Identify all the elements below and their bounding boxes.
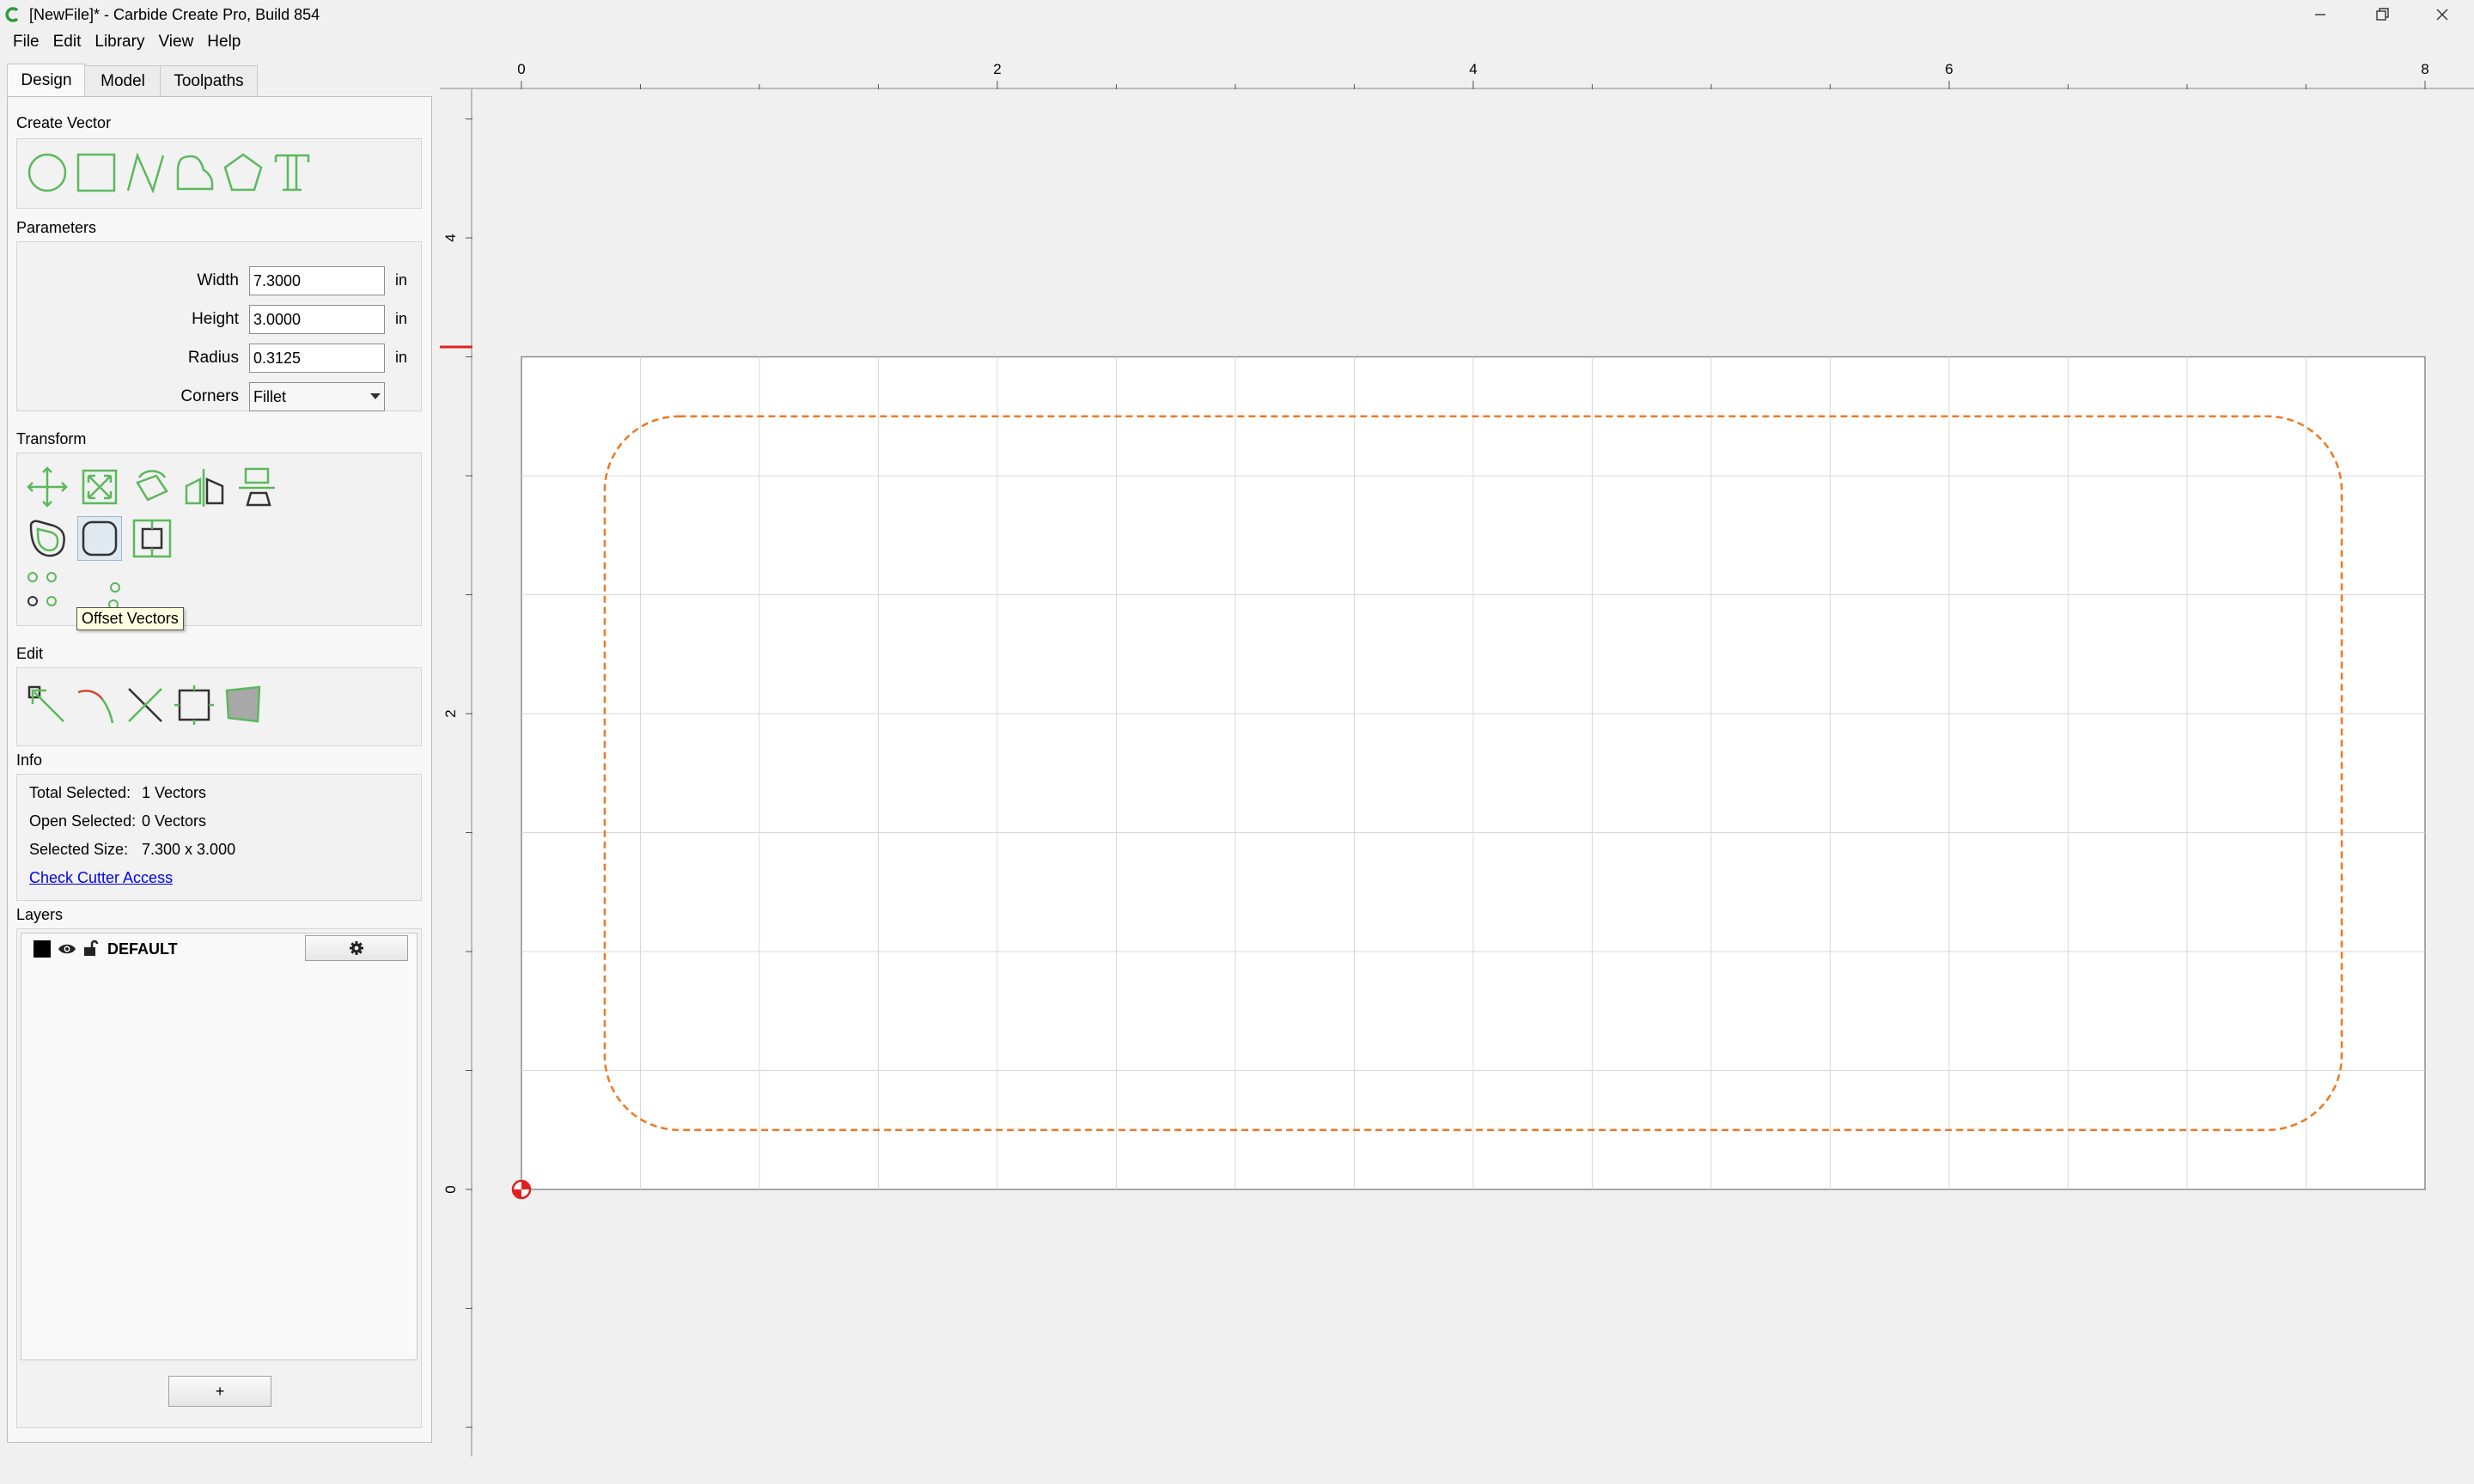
top-ruler: 0 2 4 6 8 xyxy=(440,55,2474,89)
curve-icon[interactable] xyxy=(173,151,216,194)
offset-icon[interactable] xyxy=(26,517,69,560)
window-title: [NewFile]* - Carbide Create Pro, Build 8… xyxy=(29,6,320,23)
layers-group: DEFAULT + xyxy=(16,928,422,1428)
layer-settings-button[interactable] xyxy=(305,935,408,961)
close-button[interactable] xyxy=(2404,0,2474,29)
open-selected-value: 0 Vectors xyxy=(142,812,207,830)
corners-value: Fillet xyxy=(253,387,287,405)
origin-marker xyxy=(511,1179,532,1200)
design-canvas[interactable] xyxy=(472,89,2474,1484)
left-panel: Design Model Toolpaths Create Vector Par… xyxy=(0,55,438,1484)
menu-view[interactable]: View xyxy=(151,29,200,55)
radius-unit: in xyxy=(395,349,408,366)
edit-group xyxy=(16,667,422,746)
total-selected-label: Total Selected: xyxy=(29,784,131,801)
corners-label: Corners xyxy=(180,387,239,405)
selected-size-label: Selected Size: xyxy=(29,841,129,858)
layer-row[interactable]: DEFAULT xyxy=(21,934,417,963)
restore-icon xyxy=(2376,8,2389,21)
polygon-icon[interactable] xyxy=(222,151,265,194)
open-selected-label: Open Selected: xyxy=(29,812,137,830)
rotate-icon[interactable] xyxy=(131,465,174,508)
minimize-icon xyxy=(2315,14,2325,15)
scale-icon[interactable] xyxy=(78,465,121,508)
tab-design[interactable]: Design xyxy=(7,64,86,97)
ruler-label: 4 xyxy=(442,234,459,241)
eye-icon[interactable] xyxy=(58,942,76,956)
ruler-label: 4 xyxy=(1469,61,1477,77)
width-input[interactable] xyxy=(249,266,385,295)
height-input[interactable] xyxy=(249,305,385,334)
menu-bar: File Edit Library View Help xyxy=(0,29,2474,55)
tab-model[interactable]: Model xyxy=(84,65,161,97)
node-edit-icon[interactable] xyxy=(26,684,69,727)
radius-input[interactable] xyxy=(249,344,385,373)
boolean-icon[interactable] xyxy=(131,517,174,560)
ruler-label: 0 xyxy=(442,1185,459,1193)
circle-icon[interactable] xyxy=(26,151,69,194)
corners-dropdown[interactable]: Fillet xyxy=(249,382,385,411)
info-label: Info xyxy=(16,751,43,769)
transform-group xyxy=(16,453,422,626)
parameters-label: Parameters xyxy=(16,219,97,236)
selected-size-value: 7.300 x 3.000 xyxy=(142,841,236,858)
ruler-label: 8 xyxy=(2421,61,2428,77)
menu-help[interactable]: Help xyxy=(200,29,247,55)
check-cutter-access-link[interactable]: Check Cutter Access xyxy=(29,869,173,887)
total-selected-value: 1 Vectors xyxy=(142,784,207,801)
ruler-label: 0 xyxy=(517,61,525,77)
ruler-label: 2 xyxy=(442,709,459,717)
add-layer-button[interactable]: + xyxy=(168,1376,271,1407)
chevron-down-icon xyxy=(370,393,381,399)
text-icon[interactable] xyxy=(271,151,314,194)
layer-color-swatch[interactable] xyxy=(34,940,51,958)
radius-label: Radius xyxy=(187,349,239,367)
layers-list: DEFAULT xyxy=(21,933,417,1360)
ruler-label: 2 xyxy=(993,61,1001,77)
create-vector-group xyxy=(16,138,422,209)
unlock-icon[interactable] xyxy=(83,939,99,958)
gear-icon xyxy=(350,941,363,955)
polyline-icon[interactable] xyxy=(124,151,167,194)
menu-library[interactable]: Library xyxy=(88,29,151,55)
menu-file[interactable]: File xyxy=(0,29,46,55)
left-ruler: 4 2 0 xyxy=(440,89,472,1457)
rectangle-icon[interactable] xyxy=(75,151,118,194)
parameters-group: Width in Height in Radius in Corners Fil… xyxy=(16,241,422,411)
width-unit: in xyxy=(395,271,408,289)
edit-label: Edit xyxy=(16,645,44,662)
tooltip: Offset Vectors xyxy=(76,607,184,630)
layer-name: DEFAULT xyxy=(107,940,178,958)
ruler-label: 6 xyxy=(1945,61,1953,77)
mirror-icon[interactable] xyxy=(183,465,226,508)
move-icon[interactable] xyxy=(26,465,69,508)
array-icon[interactable] xyxy=(26,569,69,617)
menu-edit[interactable]: Edit xyxy=(46,29,88,55)
trim-icon[interactable] xyxy=(124,684,167,727)
carbide-logo-icon xyxy=(5,7,19,22)
smooth-icon[interactable] xyxy=(75,684,118,727)
tab-toolpaths[interactable]: Toolpaths xyxy=(160,65,258,97)
height-label: Height xyxy=(192,310,239,328)
align-icon[interactable] xyxy=(235,465,278,508)
fill-icon[interactable] xyxy=(222,684,265,727)
layers-label: Layers xyxy=(16,906,64,923)
transform-label: Transform xyxy=(16,430,87,447)
height-unit: in xyxy=(395,310,408,327)
title-bar: [NewFile]* - Carbide Create Pro, Build 8… xyxy=(0,0,2474,29)
create-vector-label: Create Vector xyxy=(16,114,112,131)
design-panel: Create Vector Parameters Width in Height… xyxy=(7,96,432,1443)
fillet-icon[interactable] xyxy=(77,516,122,561)
close-icon xyxy=(2436,9,2448,21)
join-icon[interactable] xyxy=(173,684,216,727)
width-label: Width xyxy=(197,271,239,289)
